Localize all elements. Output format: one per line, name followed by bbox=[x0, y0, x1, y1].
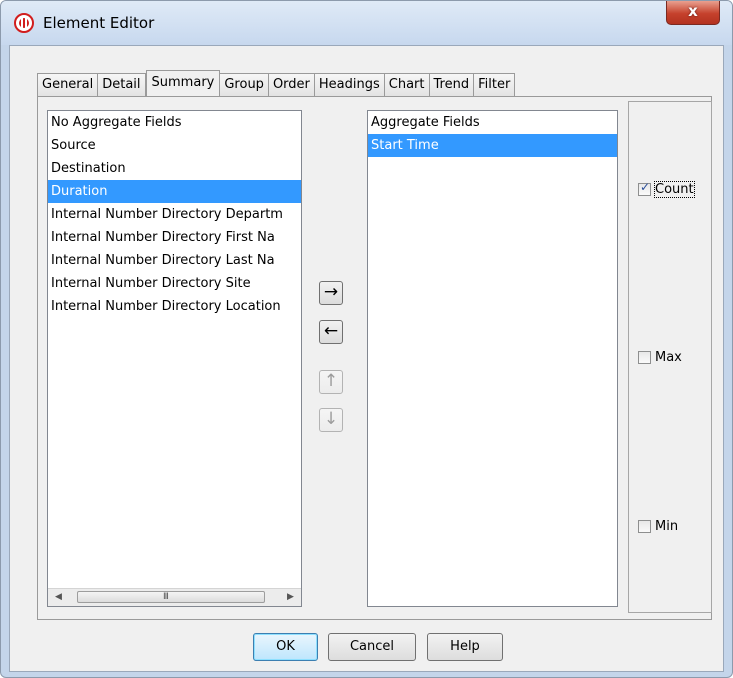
ok-button[interactable]: OK bbox=[253, 633, 318, 661]
list-item[interactable]: Internal Number Directory Last Na bbox=[48, 249, 301, 272]
count-checkbox[interactable] bbox=[638, 180, 651, 196]
available-fields-header: No Aggregate Fields bbox=[48, 111, 301, 134]
arrow-down-icon: ↓ bbox=[323, 409, 339, 429]
count-option[interactable]: Count bbox=[638, 180, 695, 198]
min-option[interactable]: Min bbox=[638, 519, 678, 534]
list-item[interactable]: Internal Number Directory Departm bbox=[48, 203, 301, 226]
horizontal-scrollbar[interactable]: ◀ III ▶ bbox=[48, 588, 301, 606]
available-fields-list[interactable]: No Aggregate Fields Source Destination D… bbox=[47, 110, 302, 607]
close-button[interactable]: x bbox=[666, 1, 720, 25]
arrow-left-icon: ← bbox=[323, 321, 339, 341]
arrow-right-icon: → bbox=[323, 282, 339, 302]
tab-filter[interactable]: Filter bbox=[474, 73, 516, 96]
tab-chart[interactable]: Chart bbox=[384, 73, 430, 96]
scrollbar-grip-icon: III bbox=[163, 592, 169, 602]
tab-order[interactable]: Order bbox=[268, 73, 315, 96]
list-item[interactable]: Start Time bbox=[368, 134, 617, 157]
arrow-up-icon: ↑ bbox=[323, 371, 339, 391]
min-checkbox[interactable] bbox=[638, 520, 651, 533]
cancel-button[interactable]: Cancel bbox=[328, 633, 416, 661]
tab-trend[interactable]: Trend bbox=[429, 73, 475, 96]
max-label[interactable]: Max bbox=[655, 350, 682, 365]
list-item[interactable]: Source bbox=[48, 134, 301, 157]
help-button[interactable]: Help bbox=[427, 633, 503, 661]
max-checkbox[interactable] bbox=[638, 351, 651, 364]
tab-detail[interactable]: Detail bbox=[98, 73, 146, 96]
scroll-left-icon[interactable]: ◀ bbox=[50, 589, 67, 606]
move-up-button[interactable]: ↑ bbox=[319, 370, 343, 394]
close-icon: x bbox=[688, 2, 698, 20]
count-label[interactable]: Count bbox=[654, 181, 695, 198]
tab-group[interactable]: Group bbox=[220, 73, 269, 96]
aggregate-fields-header: Aggregate Fields bbox=[368, 111, 617, 134]
min-label[interactable]: Min bbox=[655, 519, 678, 534]
list-item[interactable]: Internal Number Directory First Na bbox=[48, 226, 301, 249]
scroll-right-icon[interactable]: ▶ bbox=[282, 589, 299, 606]
aggregate-options-panel: Count Max Min bbox=[628, 101, 712, 613]
list-item[interactable]: Destination bbox=[48, 157, 301, 180]
list-item[interactable]: Internal Number Directory Site bbox=[48, 272, 301, 295]
title-bar[interactable]: Element Editor x bbox=[1, 1, 732, 45]
tab-bar: General Detail Summary Group Order Headi… bbox=[37, 69, 516, 97]
scrollbar-thumb[interactable]: III bbox=[77, 591, 265, 603]
max-option[interactable]: Max bbox=[638, 350, 682, 365]
aggregate-fields-list[interactable]: Aggregate Fields Start Time bbox=[367, 110, 618, 607]
element-editor-window: Element Editor x General Detail Summary … bbox=[0, 0, 733, 678]
list-item[interactable]: Internal Number Directory Location bbox=[48, 295, 301, 318]
app-globe-icon bbox=[14, 13, 34, 33]
add-field-button[interactable]: → bbox=[319, 281, 343, 305]
tab-headings[interactable]: Headings bbox=[314, 73, 385, 96]
move-down-button[interactable]: ↓ bbox=[319, 408, 343, 432]
tab-summary[interactable]: Summary bbox=[145, 70, 221, 97]
list-item[interactable]: Duration bbox=[48, 180, 301, 203]
tab-general[interactable]: General bbox=[37, 73, 99, 96]
remove-field-button[interactable]: ← bbox=[319, 320, 343, 344]
window-title: Element Editor bbox=[43, 14, 155, 32]
